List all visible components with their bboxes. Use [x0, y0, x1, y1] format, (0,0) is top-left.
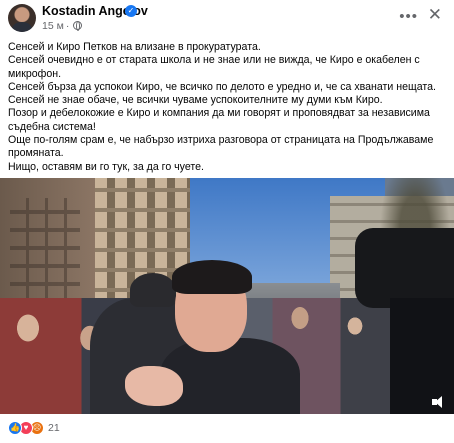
more-options-icon[interactable]: ••• — [399, 8, 418, 25]
author-avatar[interactable] — [8, 4, 36, 32]
video-person-hair — [172, 260, 252, 294]
reaction-count[interactable]: 21 — [48, 422, 60, 434]
post-paragraph: Сенсей очевидно е от старата школа и не … — [8, 54, 420, 80]
post-time[interactable]: 15 м — [42, 20, 64, 32]
close-icon[interactable]: ✕ — [428, 5, 442, 25]
post-paragraph: Сенсей бърза да успокои Киро, че всичко … — [8, 80, 436, 93]
verified-badge-icon: ✓ — [125, 5, 137, 17]
post-paragraph: Позор и дебелокожие е Киро и компания да… — [8, 107, 430, 133]
post-meta: 15 м · — [42, 20, 83, 32]
post-video[interactable] — [0, 178, 454, 414]
volume-icon[interactable] — [432, 396, 446, 408]
post-text: Сенсей и Киро Петков на влизане в прокур… — [8, 41, 448, 174]
post-paragraph: Сенсей не знае обаче, че всички чуваме у… — [8, 94, 383, 107]
post-paragraph: Нищо, оставям ви го тук, за да го чуете. — [8, 160, 204, 173]
like-reaction-icon: 👍 — [8, 421, 22, 435]
globe-icon[interactable] — [73, 21, 83, 31]
post-header: Kostadin Angelov ✓ 15 м · ••• ✕ — [0, 0, 454, 36]
video-microphone — [355, 228, 454, 308]
video-hand — [125, 366, 183, 406]
post-paragraph: Сенсей и Киро Петков на влизане в прокур… — [8, 41, 261, 53]
post-paragraph: Още по-голям срам е, че набързо изтриха … — [8, 134, 434, 160]
video-person-hat — [130, 273, 176, 307]
video-person-jacket — [160, 338, 300, 414]
